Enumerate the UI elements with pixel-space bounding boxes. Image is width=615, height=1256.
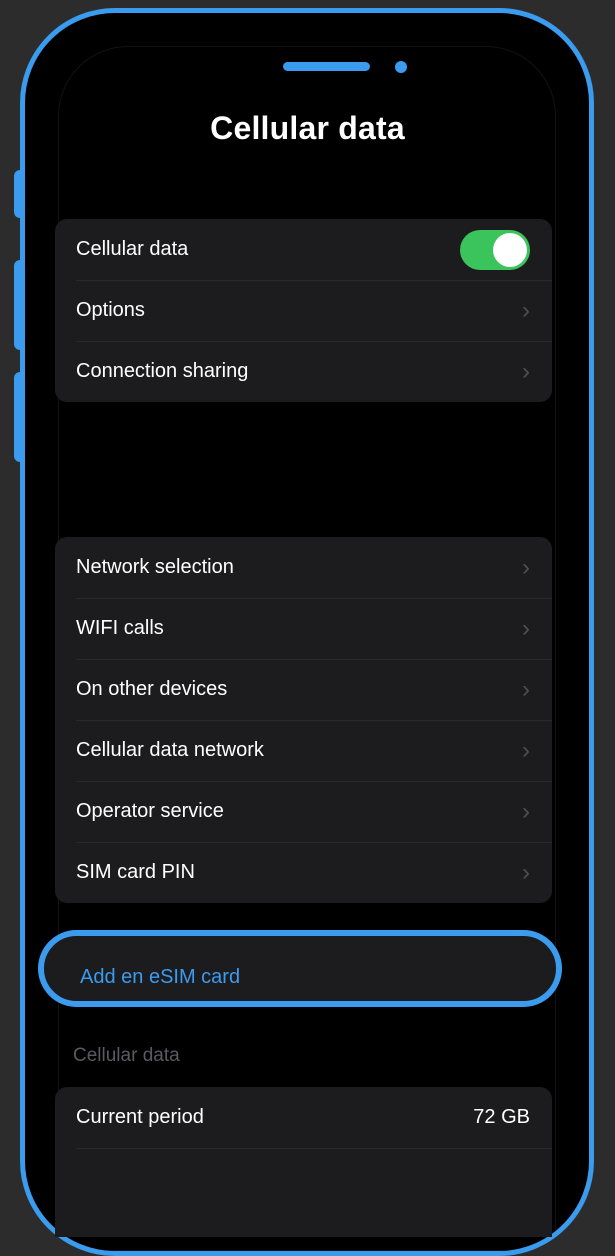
cellular-data-toggle[interactable]	[460, 229, 530, 270]
options-row[interactable]: Options ›	[55, 280, 552, 341]
current-period-label: Current period	[76, 1106, 204, 1128]
speaker-grille	[283, 62, 370, 71]
current-period-row: Current period 72 GB	[55, 1087, 552, 1148]
chevron-right-icon: ›	[522, 858, 530, 886]
chevron-right-icon: ›	[522, 736, 530, 764]
network-settings-group: Network selection › WIFI calls › On othe…	[55, 537, 552, 903]
network-selection-row[interactable]: Network selection ›	[55, 537, 552, 598]
front-camera	[395, 61, 407, 73]
wifi-calls-label: WIFI calls	[76, 617, 164, 639]
chevron-right-icon: ›	[522, 553, 530, 581]
chevron-right-icon: ›	[522, 675, 530, 703]
chevron-right-icon: ›	[522, 296, 530, 324]
usage-row-partial	[55, 1148, 552, 1209]
cellular-data-label: Cellular data	[76, 238, 189, 260]
cellular-settings-group: Cellular data Options › Connection shari…	[55, 219, 552, 402]
options-label: Options	[76, 299, 145, 321]
add-esim-label[interactable]: Add en eSIM card	[80, 966, 240, 989]
wifi-calls-row[interactable]: WIFI calls ›	[55, 598, 552, 659]
operator-service-row[interactable]: Operator service ›	[55, 781, 552, 842]
usage-section-header: Cellular data	[73, 1045, 180, 1066]
page-title: Cellular data	[210, 110, 405, 146]
toggle-knob	[493, 232, 527, 267]
chevron-right-icon: ›	[522, 797, 530, 825]
network-selection-label: Network selection	[76, 556, 234, 578]
chevron-right-icon: ›	[522, 357, 530, 385]
connection-sharing-row[interactable]: Connection sharing ›	[55, 341, 552, 402]
operator-service-label: Operator service	[76, 800, 224, 822]
connection-sharing-label: Connection sharing	[76, 360, 249, 382]
sim-card-pin-row[interactable]: SIM card PIN ›	[55, 842, 552, 903]
chevron-right-icon: ›	[522, 614, 530, 642]
cellular-data-network-label: Cellular data network	[76, 739, 264, 761]
usage-group: Current period 72 GB	[55, 1087, 552, 1237]
other-devices-row[interactable]: On other devices ›	[55, 659, 552, 720]
cellular-data-row[interactable]: Cellular data	[55, 219, 552, 280]
current-period-value: 72 GB	[473, 1106, 530, 1128]
other-devices-label: On other devices	[76, 678, 228, 700]
sim-card-pin-label: SIM card PIN	[76, 861, 195, 883]
cellular-data-network-row[interactable]: Cellular data network ›	[55, 720, 552, 781]
